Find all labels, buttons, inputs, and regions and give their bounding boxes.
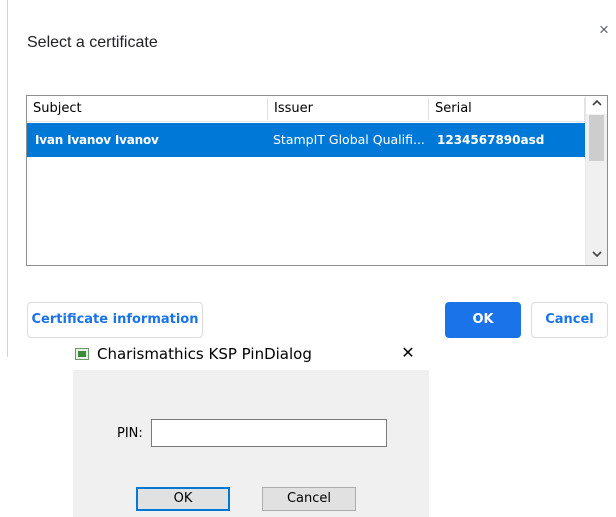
pin-dialog-titlebar[interactable]: Charismathics KSP PinDialog ✕ (73, 340, 429, 370)
cell-serial: 1234567890asd (437, 133, 545, 147)
app-icon (75, 348, 89, 360)
pin-dialog-title: Charismathics KSP PinDialog (97, 345, 312, 363)
table-header: Subject Issuer Serial (27, 96, 585, 122)
scroll-down-icon[interactable] (586, 247, 607, 265)
pin-cancel-button[interactable]: Cancel (262, 487, 356, 511)
ok-button[interactable]: OK (445, 302, 521, 338)
chevron-up-icon (592, 99, 602, 106)
certificate-dialog: Select a certificate × Subject Issuer Se… (0, 0, 616, 357)
dialog-title: Select a certificate (27, 34, 158, 51)
cell-issuer: StampIT Global Qualifi... (273, 132, 425, 147)
chevron-down-icon (592, 251, 602, 258)
column-header-issuer[interactable]: Issuer (268, 96, 428, 122)
table-row-selected[interactable]: Ivan Ivanov Ivanov StampIT Global Qualif… (27, 123, 585, 157)
certificate-information-button[interactable]: Certificate information (27, 302, 203, 338)
column-header-subject[interactable]: Subject (27, 96, 267, 122)
cancel-button[interactable]: Cancel (531, 302, 608, 338)
pin-input[interactable] (151, 419, 387, 447)
close-icon[interactable]: ✕ (398, 344, 418, 364)
pin-label: PIN: (117, 426, 143, 441)
dialog-edge-divider (7, 0, 8, 357)
column-header-serial[interactable]: Serial (429, 96, 584, 122)
close-icon[interactable]: × (594, 19, 614, 41)
certificate-table: Subject Issuer Serial Ivan Ivanov Ivanov… (26, 95, 608, 266)
pin-dialog-body: PIN: OK Cancel (73, 370, 429, 517)
pin-dialog: Charismathics KSP PinDialog ✕ PIN: OK Ca… (73, 340, 429, 517)
pin-ok-button[interactable]: OK (136, 487, 230, 511)
scroll-up-icon[interactable] (586, 96, 607, 114)
scrollbar-thumb[interactable] (589, 115, 604, 161)
cell-subject: Ivan Ivanov Ivanov (35, 133, 159, 147)
vertical-scrollbar[interactable] (585, 96, 607, 265)
